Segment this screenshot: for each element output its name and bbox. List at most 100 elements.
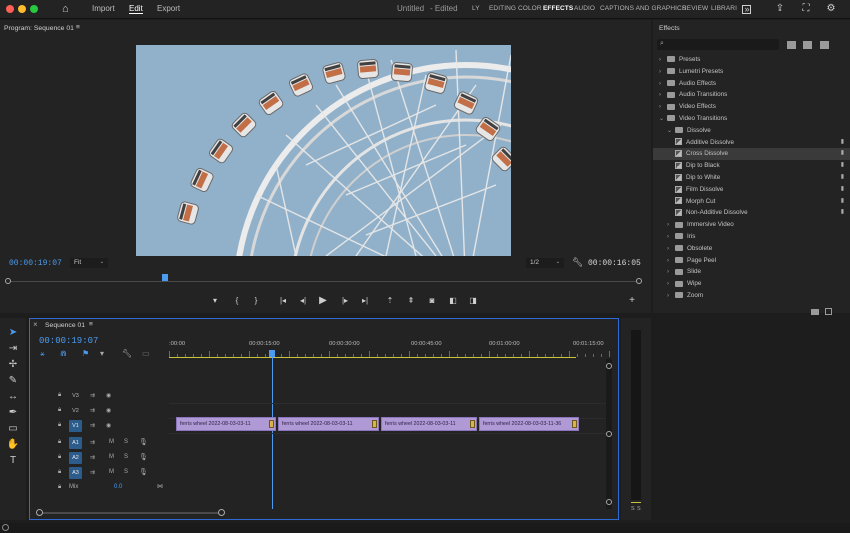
v-scroll-handle-top[interactable] (606, 363, 612, 369)
v-scroll-handle-mid[interactable] (606, 431, 612, 437)
v-scroll-handle-bottom[interactable] (606, 499, 612, 505)
program-panel-menu-icon[interactable]: ≡ (76, 24, 80, 31)
settings-icon[interactable]: ⚙ (825, 3, 837, 15)
mix-value[interactable]: 0.0 (114, 484, 122, 490)
effects-folder-item[interactable]: ⌄ Dissolve (653, 125, 850, 137)
timeline-clip[interactable]: ferris wheel 2022-08-03-03-11 (176, 417, 276, 431)
effects-folder-item[interactable]: › Page Peel (653, 255, 850, 267)
yuv-effects-icon[interactable] (820, 41, 829, 49)
timeline-clip[interactable]: ferris wheel 2022-08-03-03-11 (381, 417, 477, 431)
mix-nav-icon[interactable]: ⋈ (157, 483, 163, 490)
accelerated-effects-icon[interactable] (787, 41, 796, 49)
timeline-clip[interactable]: ferris wheel 2022-08-03-03-11-36 (479, 417, 579, 431)
effect-item[interactable]: Morph Cut ▮ (653, 196, 850, 208)
sync-lock-icon[interactable]: ⇉ (90, 422, 95, 429)
add-marker-icon[interactable]: ▾ (209, 296, 221, 305)
add-button-icon[interactable]: + (626, 295, 638, 306)
rectangle-tool-icon[interactable]: ▭ (6, 422, 20, 436)
compare-view-icon[interactable]: ◧ (447, 296, 459, 305)
zoom-window-button[interactable] (30, 5, 38, 13)
share-icon[interactable]: ⇪ (774, 3, 786, 15)
lock-track-icon[interactable]: 🔒︎ (58, 484, 61, 491)
track-label-v3[interactable]: V3 (69, 390, 82, 402)
mute-button[interactable]: M (109, 469, 114, 475)
scrub-end-handle[interactable] (636, 278, 642, 284)
chevron-right-icon[interactable]: › (667, 291, 675, 303)
selection-tool-icon[interactable]: ➤ (6, 326, 20, 340)
slip-tool-icon[interactable]: ↔ (6, 390, 20, 404)
lock-track-icon[interactable]: 🔒︎ (58, 407, 61, 414)
minimize-window-button[interactable] (18, 5, 26, 13)
effects-folder-item[interactable]: › Lumetri Presets (653, 66, 850, 78)
lock-track-icon[interactable]: 🔒︎ (58, 422, 61, 429)
mute-button[interactable]: M (109, 454, 114, 460)
lock-track-icon[interactable]: 🔒︎ (58, 439, 61, 446)
effect-item[interactable]: Dip to White ▮ (653, 172, 850, 184)
workspace-tab-review[interactable]: REVIEW (682, 5, 708, 12)
effects-panel-title[interactable]: Effects (659, 25, 680, 32)
sync-lock-icon[interactable]: ⇉ (90, 454, 95, 461)
lock-track-icon[interactable]: 🔒︎ (58, 469, 61, 476)
program-monitor-title[interactable]: Program: Sequence 01 (4, 25, 74, 32)
wrench-icon[interactable]: 🔧︎ (572, 257, 583, 268)
hand-tool-icon[interactable]: ✋ (6, 438, 20, 452)
solo-button[interactable]: S (124, 454, 128, 460)
lift-icon[interactable]: ⇡ (384, 296, 396, 305)
effect-item[interactable]: Additive Dissolve ▮ (653, 137, 850, 149)
workspace-tab-color[interactable]: COLOR (518, 5, 542, 12)
solo-button[interactable]: S (124, 439, 128, 445)
mute-button[interactable]: M (109, 439, 114, 445)
go-to-out-icon[interactable]: ▸| (359, 296, 371, 305)
microphone-icon[interactable]: 🎙︎ (139, 468, 148, 476)
step-back-icon[interactable]: ◂| (297, 296, 309, 305)
effects-folder-item[interactable]: › Iris (653, 231, 850, 243)
effects-folder-item[interactable]: › Audio Transitions (653, 89, 850, 101)
play-icon[interactable]: ▶ (317, 295, 329, 306)
effect-item[interactable]: Non-Additive Dissolve ▮ (653, 207, 850, 219)
vertical-scrollbar[interactable] (606, 359, 612, 509)
effects-folder-item[interactable]: › Wipe (653, 278, 850, 290)
mark-in-icon[interactable]: { (231, 296, 243, 305)
effect-item[interactable]: Dip to Black ▮ (653, 160, 850, 172)
track-label-v1[interactable]: V1 (69, 420, 82, 432)
new-bin-icon[interactable] (811, 309, 819, 315)
track-label-a3[interactable]: A3 (69, 467, 82, 479)
effects-folder-item[interactable]: › Video Effects (653, 101, 850, 113)
lock-track-icon[interactable]: 🔒︎ (58, 454, 61, 461)
step-forward-icon[interactable]: |▸ (339, 296, 351, 305)
effects-folder-item[interactable]: › Zoom (653, 290, 850, 302)
sync-lock-icon[interactable]: ⇉ (90, 407, 95, 414)
type-tool-icon[interactable]: T (6, 454, 20, 468)
workspace-tab[interactable]: LY (472, 5, 480, 12)
eye-icon[interactable]: ◉ (106, 392, 111, 399)
effects-folder-item[interactable]: › Presets (653, 54, 850, 66)
pen-tool-icon[interactable]: ✒ (6, 406, 20, 420)
effects-folder-item[interactable]: › Obsolete (653, 243, 850, 255)
fit-dropdown[interactable]: Fit ⌄ (70, 258, 108, 268)
nav-export[interactable]: Export (157, 4, 180, 13)
scrub-start-handle[interactable] (5, 278, 11, 284)
workspace-tab-libraries[interactable]: LIBRARI (711, 5, 737, 12)
effects-search-input[interactable]: ⌕ (657, 39, 779, 50)
resolution-dropdown[interactable]: 1/2 ⌄ (526, 258, 564, 268)
effect-item[interactable]: Cross Dissolve ▮ (653, 148, 850, 161)
lock-track-icon[interactable]: 🔒︎ (58, 392, 61, 399)
microphone-icon[interactable]: 🎙︎ (139, 453, 148, 461)
horizontal-scrollbar[interactable] (38, 512, 224, 514)
effects-folder-item[interactable]: › Slide (653, 266, 850, 278)
razor-tool-icon[interactable]: ✎ (6, 374, 20, 388)
mark-out-icon[interactable]: } (250, 296, 262, 305)
effects-folder-item[interactable]: ⌄ Video Transitions (653, 113, 850, 125)
solo-button[interactable]: S (124, 469, 128, 475)
program-scrub-track[interactable] (8, 281, 641, 282)
effects-folder-item[interactable]: › Audio Effects (653, 78, 850, 90)
eye-icon[interactable]: ◉ (106, 407, 111, 414)
track-select-tool-icon[interactable]: ⇥ (6, 342, 20, 356)
nav-import[interactable]: Import (92, 4, 115, 13)
solo-left-button[interactable]: S (631, 506, 635, 512)
effects-folder-item[interactable]: › Immersive Video (653, 219, 850, 231)
program-playhead[interactable] (162, 274, 168, 281)
sync-lock-icon[interactable]: ⇉ (90, 439, 95, 446)
camera-icon[interactable]: ◙ (426, 296, 438, 305)
track-label-a2[interactable]: A2 (69, 452, 82, 464)
